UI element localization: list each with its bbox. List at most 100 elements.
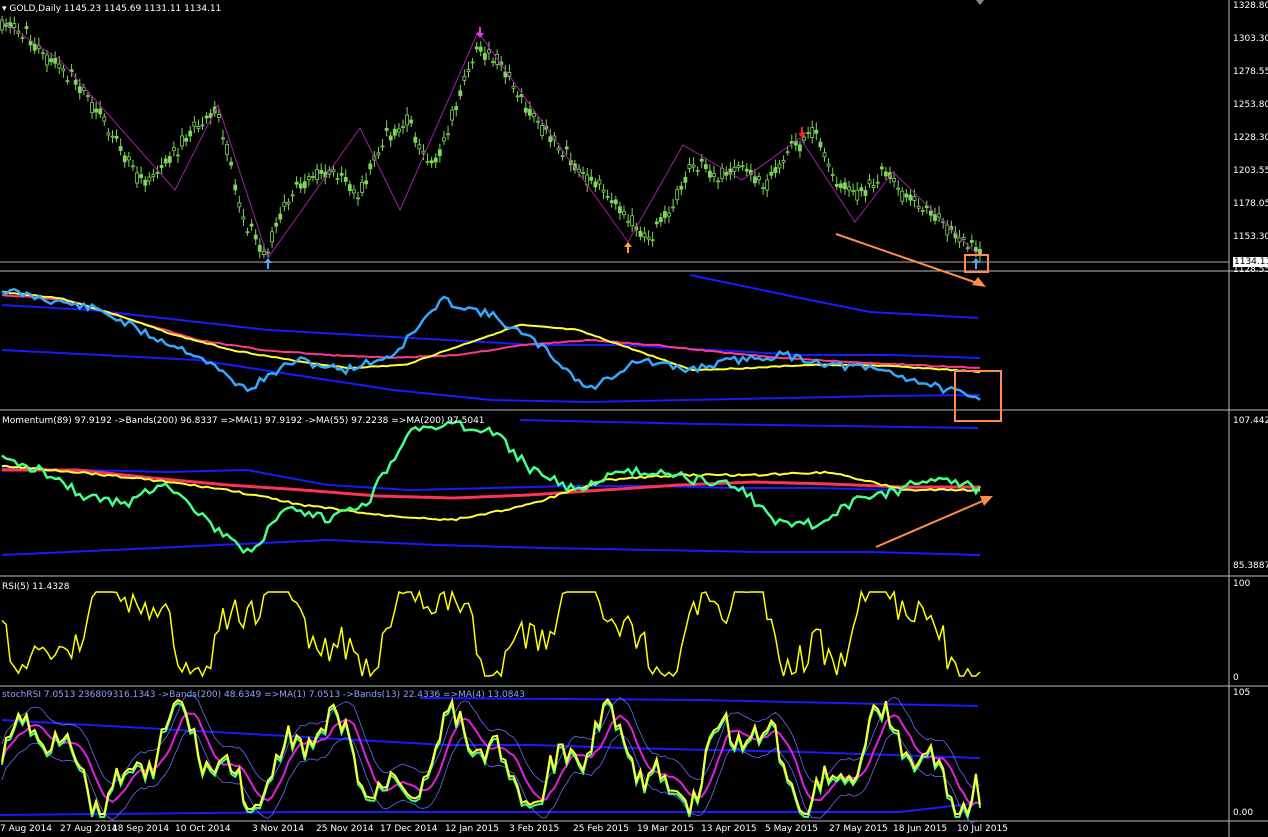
price-axis-label: 1328.80: [1233, 1, 1268, 11]
candle-body: [863, 190, 868, 196]
candle-body: [114, 135, 119, 139]
candle-body: [904, 193, 909, 198]
candle-body: [581, 172, 585, 174]
candle-body: [740, 165, 745, 168]
candle-body: [45, 54, 49, 66]
candle-body: [724, 171, 729, 176]
candle-body: [851, 190, 856, 193]
candle-body: [928, 210, 933, 216]
candle-body: [716, 180, 721, 183]
candle-body: [106, 132, 111, 136]
candle-body: [798, 144, 802, 152]
candle-body: [556, 147, 561, 151]
momentum-header: Momentum(89) 97.9192 ->Bands(200) 96.833…: [2, 416, 485, 426]
candle-body: [654, 221, 659, 225]
candle-body: [601, 189, 606, 193]
time-axis-label: 18 Sep 2014: [112, 824, 170, 834]
candle-body: [151, 174, 156, 178]
candle-body: [86, 95, 90, 97]
candle-body: [720, 168, 725, 179]
candle-body: [883, 171, 888, 177]
candle-body: [867, 179, 872, 185]
rsi-axis-top: 100: [1233, 579, 1251, 589]
candle-body: [663, 211, 667, 218]
candle-body: [131, 165, 135, 168]
time-axis-label: 25 Nov 2014: [316, 824, 374, 834]
candle-body: [785, 151, 790, 154]
candle-body: [589, 176, 594, 181]
price-axis-label: 1253.80: [1233, 100, 1268, 110]
candle-body: [933, 214, 937, 221]
candle-body: [765, 179, 770, 191]
candle-body: [417, 144, 422, 150]
candle-body: [609, 200, 614, 204]
time-axis-label: 10 Oct 2014: [175, 824, 231, 834]
candle-body: [875, 181, 880, 184]
candle-body: [712, 173, 716, 178]
time-axis-label: 10 Jul 2015: [957, 824, 1008, 834]
time-axis-label: 27 May 2015: [829, 824, 888, 834]
candle-body: [155, 172, 160, 174]
candle-body: [176, 154, 180, 157]
candle-body: [270, 231, 274, 243]
candle-body: [425, 160, 430, 163]
candle-body: [65, 80, 70, 83]
candle-body: [24, 26, 29, 29]
main-chart-header: ▾ GOLD,Daily 1145.23 1145.69 1131.11 113…: [2, 4, 221, 14]
candle-body: [617, 206, 622, 214]
candle-body: [77, 86, 82, 94]
candle-body: [413, 136, 418, 143]
candle-body: [98, 108, 103, 115]
time-axis-label: 3 Nov 2014: [252, 824, 304, 834]
candle-body: [806, 132, 811, 135]
candle-body: [384, 127, 389, 131]
time-axis-label: 7 Aug 2014: [0, 824, 52, 834]
candle-body: [102, 116, 107, 122]
candle-body: [830, 174, 835, 176]
candle-body: [278, 213, 283, 220]
candle-body: [360, 181, 365, 193]
time-axis-label: 3 Feb 2015: [509, 824, 560, 834]
dropdown-arrow-icon[interactable]: ▾: [2, 4, 7, 14]
candle-body: [294, 181, 299, 185]
candle-body: [282, 201, 287, 207]
candle-body: [920, 210, 925, 212]
candle-body: [593, 181, 598, 188]
candle-body: [249, 223, 254, 227]
candle-body: [961, 236, 966, 240]
candle-body: [315, 169, 319, 181]
candle-body: [855, 189, 860, 201]
candle-body: [196, 125, 201, 129]
candle-body: [781, 160, 786, 163]
candle-body: [708, 170, 712, 178]
candle-body: [695, 169, 700, 172]
candle-body: [110, 135, 115, 138]
candle-body: [94, 108, 99, 113]
candle-body: [143, 179, 148, 186]
candle-body: [540, 125, 545, 136]
candle-body: [613, 199, 618, 205]
candle-body: [307, 176, 311, 181]
candle-body: [969, 239, 974, 243]
candle-body: [159, 165, 164, 168]
price-axis-label: 1153.30: [1233, 232, 1268, 242]
candle-body: [437, 149, 442, 157]
candle-body: [912, 196, 917, 201]
candle-body: [302, 181, 307, 189]
stochrsi-axis-top: 105: [1233, 688, 1251, 698]
candle-body: [57, 63, 62, 69]
time-axis-label: 5 May 2015: [765, 824, 818, 834]
candle-body: [221, 137, 225, 140]
candle-body: [261, 251, 266, 255]
price-axis-label: 1203.55: [1233, 166, 1268, 176]
candle-body: [470, 61, 475, 64]
candle-body: [180, 135, 184, 147]
candle-body: [843, 182, 847, 190]
candle-body: [646, 236, 651, 240]
candle-body: [454, 106, 459, 110]
candle-body: [450, 109, 455, 121]
candle-body: [229, 161, 234, 166]
candle-body: [118, 146, 123, 151]
candle-body: [409, 119, 414, 124]
candle-body: [41, 52, 45, 55]
